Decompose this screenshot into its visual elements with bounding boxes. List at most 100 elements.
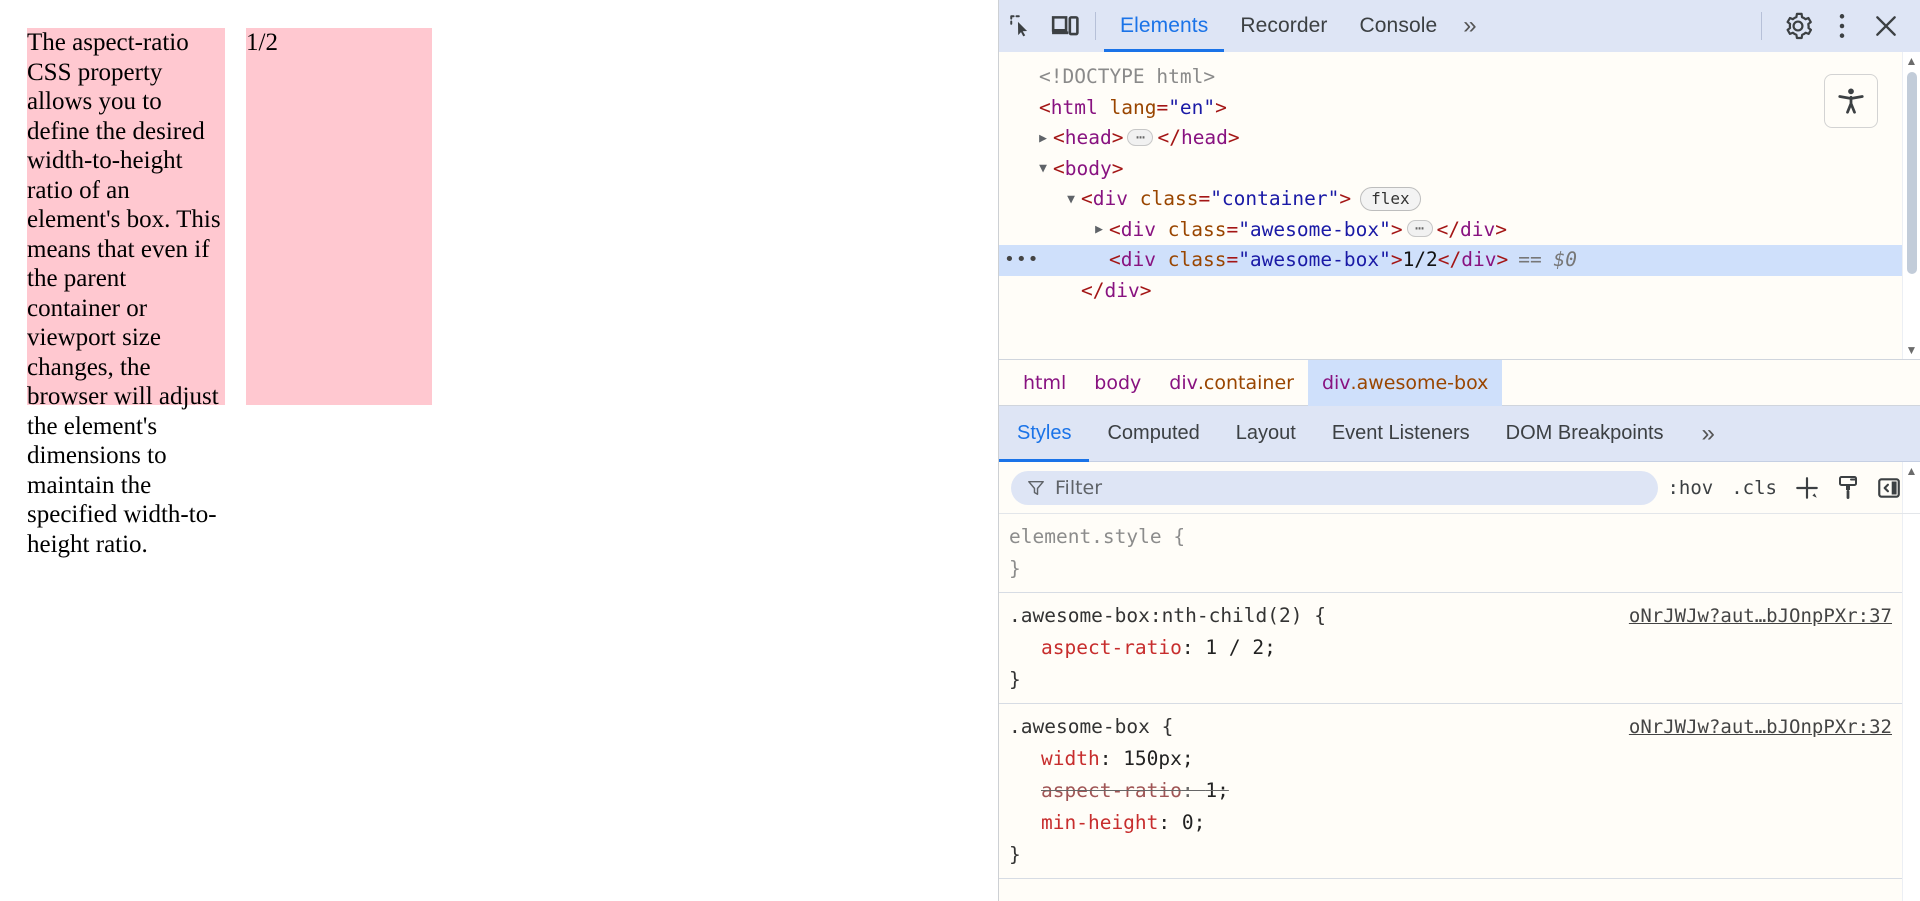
search-input-placeholder: Filter: [1055, 476, 1103, 499]
tab-dom-breakpoints[interactable]: DOM Breakpoints: [1488, 406, 1682, 462]
tab-console[interactable]: Console: [1344, 0, 1454, 52]
declaration-aspect-ratio-overridden[interactable]: aspect-ratio: 1;: [1009, 775, 1902, 807]
declaration-min-height[interactable]: min-height: 0;: [1009, 807, 1902, 839]
styles-scrollbar-top[interactable]: ▲: [1902, 462, 1920, 513]
dom-tag-div: div: [1092, 187, 1128, 210]
sidebar-more-tabs-button[interactable]: »: [1688, 406, 1729, 462]
breadcrumb-item-div-container[interactable]: div .container: [1155, 360, 1308, 406]
dom-attr-value-awesome-box: "awesome-box": [1238, 248, 1391, 271]
close-icon[interactable]: [1864, 6, 1908, 46]
style-rule-awesome-box-nth-child-2[interactable]: .awesome-box:nth-child(2) { oNrJWJw?aut……: [999, 593, 1902, 704]
search-input[interactable]: Filter: [1011, 470, 1659, 505]
more-tabs-button[interactable]: »: [1453, 0, 1486, 52]
rule-selector[interactable]: element.style {: [1009, 521, 1185, 553]
dom-tag-head-close: head: [1180, 126, 1228, 149]
toolbar-right-actions: [1753, 6, 1920, 46]
declaration-property[interactable]: aspect-ratio: [1041, 636, 1182, 659]
devtools-toolbar: Elements Recorder Console »: [999, 0, 1920, 52]
paintbrush-icon[interactable]: [1828, 475, 1868, 501]
declaration-property[interactable]: aspect-ratio: [1041, 779, 1182, 802]
toolbar-divider-2: [1761, 12, 1762, 40]
dom-tag-div: div: [1120, 217, 1156, 241]
rule-origin[interactable]: oNrJWJw?aut…bJOnpPXr:37: [1629, 600, 1902, 632]
tab-recorder[interactable]: Recorder: [1224, 0, 1343, 52]
dom-node-doctype[interactable]: ▶ <!DOCTYPE html>: [999, 62, 1902, 93]
dom-attr-value-container: "container": [1210, 187, 1340, 210]
dom-node-body[interactable]: ▼ < body >: [999, 154, 1902, 185]
scroll-down-arrow-icon[interactable]: ▼: [1906, 341, 1918, 359]
dom-attr-name-class: class: [1167, 248, 1227, 271]
device-toolbar-icon[interactable]: [1043, 6, 1087, 46]
tab-computed[interactable]: Computed: [1089, 406, 1217, 462]
breadcrumb-item-div-awesome-box[interactable]: div .awesome-box: [1307, 359, 1503, 406]
declaration-property[interactable]: width: [1041, 747, 1100, 770]
plus-icon[interactable]: [1786, 475, 1828, 501]
dom-attr-name-class: class: [1167, 217, 1227, 241]
rule-closing-brace: }: [1009, 843, 1021, 866]
selected-node-ref: == $0: [1518, 248, 1577, 271]
scrollbar-track[interactable]: [1903, 70, 1920, 341]
dom-node-html[interactable]: ▶ <html lang="en">: [999, 93, 1902, 124]
inspect-element-icon[interactable]: [999, 6, 1043, 46]
declaration-aspect-ratio[interactable]: aspect-ratio: 1 / 2;: [1009, 632, 1902, 664]
rule-selector[interactable]: .awesome-box:nth-child(2) {: [1009, 600, 1326, 632]
declaration-property[interactable]: min-height: [1041, 811, 1158, 834]
dom-text-node[interactable]: 1/2: [1403, 245, 1438, 276]
dom-attr-value-lang: "en": [1168, 95, 1216, 119]
dom-node-div-container[interactable]: ▼ < div class = "container" > flex: [999, 184, 1902, 215]
scrollbar-thumb[interactable]: [1907, 72, 1917, 274]
dom-attr-name-lang: lang: [1109, 95, 1157, 119]
expand-ellipsis-icon[interactable]: ⋯: [1127, 128, 1154, 146]
twisty-expanded-icon[interactable]: ▼: [1063, 193, 1079, 206]
twisty-expanded-icon[interactable]: ▼: [1035, 162, 1051, 175]
scroll-up-arrow-icon[interactable]: ▲: [1906, 52, 1918, 70]
page-viewport: The aspect-ratio CSS property allows you…: [0, 0, 998, 901]
scrollbar-track[interactable]: [1903, 514, 1920, 901]
breadcrumb-class: .awesome-box: [1350, 371, 1489, 394]
element-classes-button[interactable]: .cls: [1722, 477, 1786, 499]
declaration-value[interactable]: 1 / 2;: [1205, 636, 1275, 659]
dom-tree-scrollbar[interactable]: ▲ ▼: [1902, 52, 1920, 359]
devtools-panel: Elements Recorder Console » <!DOCTYPE ht…: [998, 0, 1920, 901]
gear-icon[interactable]: [1776, 6, 1820, 46]
dom-attr-name-class: class: [1139, 187, 1199, 210]
vertical-dots-icon[interactable]: [1820, 6, 1864, 46]
declaration-value[interactable]: 1;: [1205, 779, 1228, 802]
doctype-text: <!DOCTYPE html>: [1039, 65, 1216, 88]
rule-closing-brace: }: [1009, 668, 1021, 691]
hover-state-button[interactable]: :hov: [1658, 477, 1722, 499]
declaration-width[interactable]: width: 150px;: [1009, 743, 1902, 775]
styles-scrollbar[interactable]: [1902, 514, 1920, 901]
styles-sidebar-tabs: Styles Computed Layout Event Listeners D…: [999, 406, 1920, 462]
breadcrumb-item-html[interactable]: html: [1009, 360, 1080, 406]
declaration-value[interactable]: 0;: [1182, 811, 1205, 834]
style-rule-awesome-box[interactable]: .awesome-box { oNrJWJw?aut…bJOnpPXr:32 w…: [999, 704, 1902, 879]
node-menu-dots-icon[interactable]: •••: [1004, 245, 1040, 276]
breadcrumb-tag: div: [1321, 371, 1351, 394]
styles-rules-list: element.style { } .awesome-box:nth-child…: [999, 514, 1902, 901]
tab-layout[interactable]: Layout: [1218, 406, 1314, 462]
accessibility-icon[interactable]: [1824, 74, 1878, 128]
twisty-collapsed-icon[interactable]: ▶: [1091, 223, 1107, 236]
declaration-value[interactable]: 150px;: [1123, 747, 1193, 770]
dom-tree[interactable]: ▶ <!DOCTYPE html> ▶ <html lang="en"> ▶ <…: [999, 52, 1902, 359]
scroll-up-arrow-icon[interactable]: ▲: [1906, 462, 1918, 480]
style-rule-element-style[interactable]: element.style { }: [999, 514, 1902, 593]
awesome-box-2[interactable]: 1/2: [246, 28, 432, 405]
dom-attr-value-awesome-box: "awesome-box": [1238, 217, 1391, 241]
dom-node-container-close[interactable]: ▶ </div>: [999, 276, 1902, 307]
dom-node-awesome-box-1[interactable]: ▶ < div class = "awesome-box" > ⋯ </div >: [999, 215, 1902, 246]
rule-selector[interactable]: .awesome-box {: [1009, 711, 1173, 743]
awesome-box-1[interactable]: The aspect-ratio CSS property allows you…: [27, 28, 225, 558]
breadcrumb-item-body[interactable]: body: [1080, 360, 1155, 406]
rule-origin[interactable]: oNrJWJw?aut…bJOnpPXr:32: [1629, 711, 1902, 743]
tab-event-listeners[interactable]: Event Listeners: [1314, 406, 1488, 462]
styles-rules-pane: element.style { } .awesome-box:nth-child…: [999, 514, 1920, 901]
tab-styles[interactable]: Styles: [999, 406, 1089, 462]
flex-badge[interactable]: flex: [1360, 187, 1421, 212]
twisty-collapsed-icon[interactable]: ▶: [1035, 132, 1051, 145]
dom-node-awesome-box-2-selected[interactable]: ••• ▶ <div class="awesome-box">1/2</div>…: [999, 245, 1902, 276]
expand-ellipsis-icon[interactable]: ⋯: [1406, 220, 1433, 238]
dom-node-head[interactable]: ▶ < head > ⋯ </head >: [999, 123, 1902, 154]
tab-elements[interactable]: Elements: [1104, 0, 1224, 52]
